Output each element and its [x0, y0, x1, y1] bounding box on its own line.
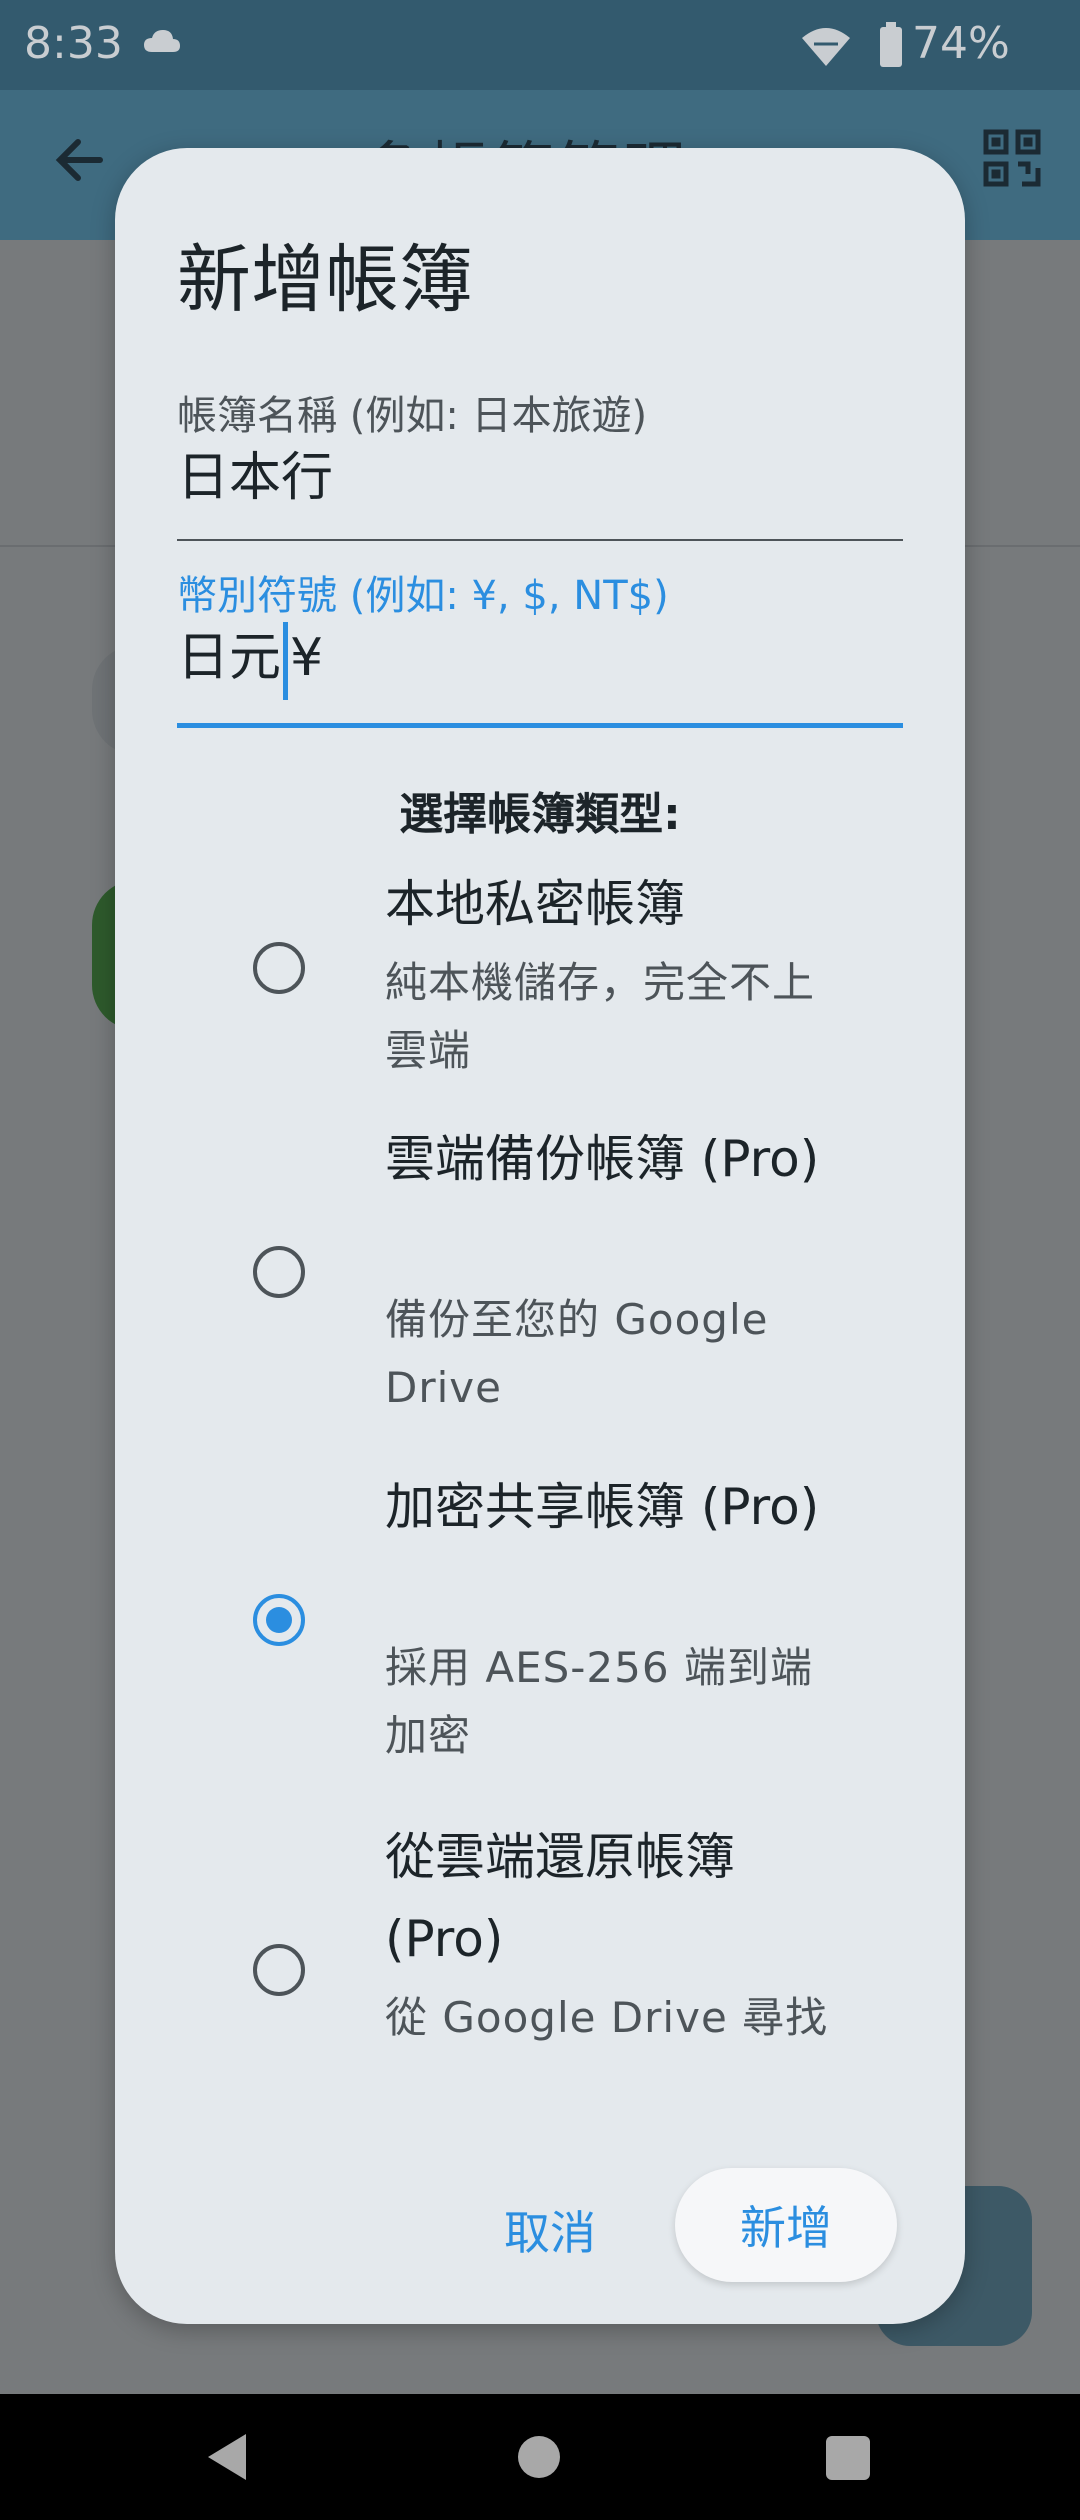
ledger-type-heading: 選擇帳簿類型: — [399, 789, 681, 840]
battery-percent: 74% — [912, 18, 1010, 69]
currency-text-after: ¥ — [290, 628, 324, 688]
nav-back-icon[interactable] — [204, 2432, 248, 2486]
field-underline — [177, 539, 903, 541]
status-time: 8:33 — [24, 18, 123, 69]
radio-button-selected[interactable] — [253, 1594, 305, 1646]
system-nav-bar — [0, 2394, 1080, 2520]
currency-symbol-input[interactable]: 日元 ¥ — [177, 615, 323, 700]
status-bar: 8:33 74% — [0, 0, 1080, 90]
option-title: 雲端備份帳簿 (Pro) — [385, 1130, 820, 1188]
option-subtitle: 採用 AES-256 端到端加密 — [385, 1643, 813, 1760]
nav-recents-icon[interactable] — [826, 2436, 870, 2480]
nav-home-icon[interactable] — [518, 2436, 560, 2478]
text-cursor — [283, 622, 289, 700]
add-button[interactable]: 新增 — [675, 2168, 897, 2282]
ledger-name-field[interactable]: 帳簿名稱 (例如: 日本旅遊) 日本行 — [177, 383, 903, 543]
radio-button[interactable] — [253, 1944, 305, 1996]
radio-button[interactable] — [253, 942, 305, 994]
currency-symbol-label: 幣別符號 (例如: ¥, $, NT$) — [177, 573, 669, 619]
new-ledger-dialog: 新增帳簿 帳簿名稱 (例如: 日本旅遊) 日本行 幣別符號 (例如: ¥, $,… — [115, 148, 965, 2324]
option-subtitle: 從 Google Drive 尋找 — [385, 1993, 829, 2042]
battery-icon — [878, 22, 904, 72]
currency-symbol-field[interactable]: 幣別符號 (例如: ¥, $, NT$) 日元 ¥ — [177, 563, 903, 733]
dialog-title: 新增帳簿 — [177, 237, 473, 323]
cloud-icon — [142, 26, 182, 60]
option-subtitle: 備份至您的 Google Drive — [385, 1295, 769, 1412]
currency-text-before: 日元 — [177, 628, 282, 688]
ledger-name-input[interactable]: 日本行 — [177, 435, 333, 510]
option-subtitle: 純本機儲存，完全不上雲端 — [385, 958, 816, 1075]
option-title: 從雲端還原帳簿 (Pro) — [385, 1828, 735, 1968]
ledger-name-label: 帳簿名稱 (例如: 日本旅遊) — [177, 393, 648, 439]
option-title: 本地私密帳簿 — [385, 875, 685, 933]
option-title: 加密共享帳簿 (Pro) — [385, 1478, 820, 1536]
radio-button[interactable] — [253, 1246, 305, 1298]
wifi-icon — [800, 24, 852, 72]
cancel-button[interactable]: 取消 — [470, 2180, 630, 2280]
qr-scan-icon[interactable] — [982, 128, 1042, 192]
field-underline-active — [177, 723, 903, 728]
back-arrow-icon[interactable] — [50, 130, 110, 194]
